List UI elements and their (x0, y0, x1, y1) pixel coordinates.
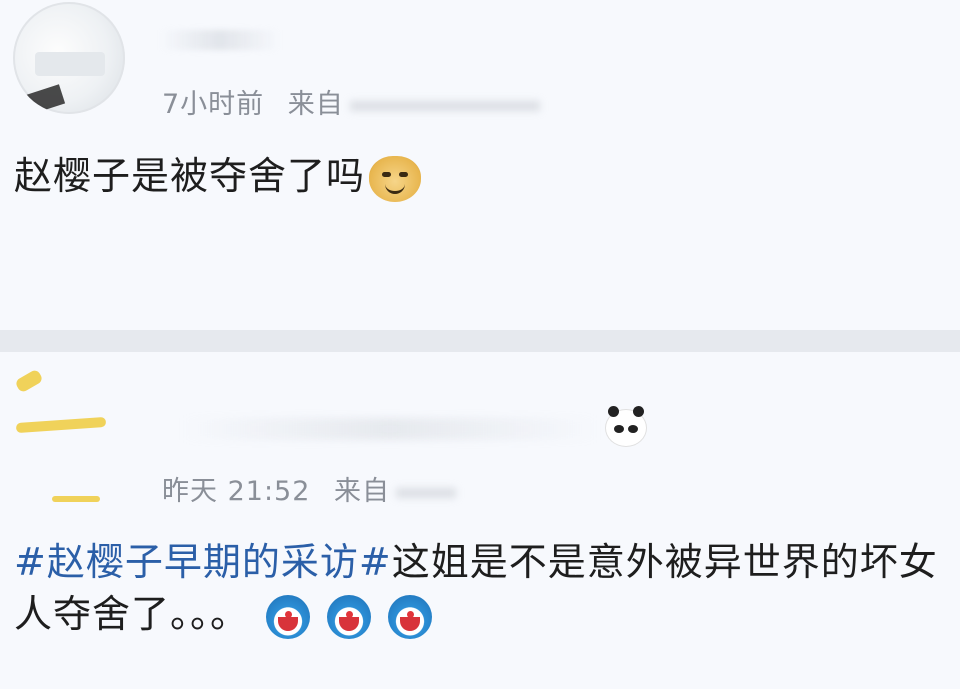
username-blurred[interactable] (180, 418, 600, 440)
doraemon-icon (388, 594, 433, 639)
post-source-label: 来自 (334, 476, 390, 507)
post-content: #赵樱子早期的采访#这姐是不是意外被异世界的坏女人夺舍了。。。 (14, 536, 954, 640)
post-text: 赵樱子是被夺舍了吗 (14, 154, 366, 198)
post-time: 7小时前 (162, 89, 265, 120)
divider (0, 330, 960, 352)
post-time: 昨天 21:52 (162, 476, 311, 507)
username-blurred[interactable] (160, 30, 280, 50)
post-meta: 昨天 21:52 来自 (162, 469, 456, 508)
doraemon-icon (327, 594, 372, 639)
doge-icon (369, 155, 422, 202)
avatar-fragment (52, 496, 100, 502)
source-blurred (349, 100, 540, 111)
doraemon-icon (266, 594, 311, 639)
avatar[interactable] (13, 2, 125, 114)
post-source-label: 来自 (287, 89, 344, 120)
panda-icon (606, 406, 646, 446)
source-blurred (396, 487, 456, 498)
hashtag-link[interactable]: #赵樱子早期的采访# (14, 540, 392, 584)
post-meta: 7小时前 来自 (162, 82, 540, 121)
post-content: 赵樱子是被夺舍了吗 (14, 150, 422, 202)
